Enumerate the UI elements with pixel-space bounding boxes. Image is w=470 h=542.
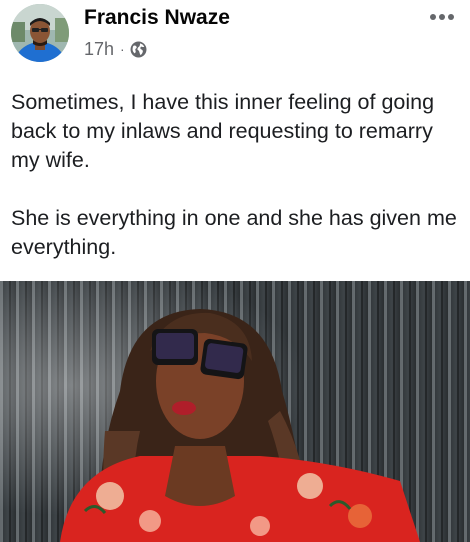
author-name[interactable]: Francis Nwaze bbox=[84, 6, 230, 30]
author-avatar[interactable] bbox=[11, 4, 69, 62]
more-options-icon[interactable] bbox=[426, 6, 458, 28]
post-paragraph: She is everything in one and she has giv… bbox=[11, 206, 457, 259]
post-timestamp[interactable]: 17h bbox=[84, 39, 114, 60]
meta-separator: · bbox=[120, 41, 125, 57]
post-body: Sometimes, I have this inner feeling of … bbox=[11, 88, 461, 262]
post-photo[interactable] bbox=[0, 281, 470, 542]
globe-icon[interactable] bbox=[130, 41, 147, 58]
avatar-image bbox=[11, 4, 69, 62]
post-paragraph: Sometimes, I have this inner feeling of … bbox=[11, 90, 435, 172]
facebook-post: Francis Nwaze 17h · Sometimes, I have th… bbox=[0, 0, 470, 542]
post-photo-image bbox=[0, 281, 470, 542]
post-meta: 17h · bbox=[84, 38, 147, 60]
